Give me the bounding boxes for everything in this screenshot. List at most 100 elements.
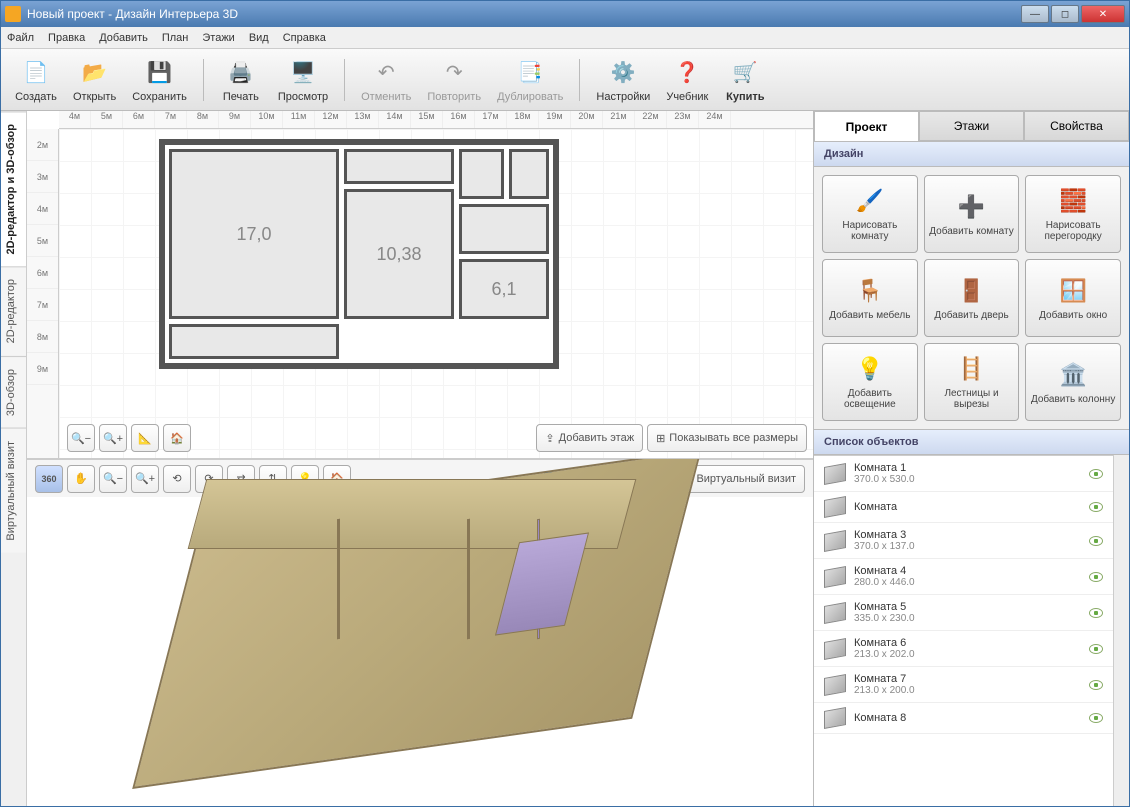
bottom-btn-3[interactable]: 🔍+ — [131, 465, 159, 493]
object-row-2[interactable]: Комната 3370.0 x 137.0 — [814, 523, 1113, 559]
minimize-button[interactable]: — — [1021, 5, 1049, 23]
room-small-3[interactable] — [509, 149, 549, 199]
visibility-icon[interactable] — [1089, 608, 1103, 618]
toolbar-open[interactable]: 📂Открыть — [69, 55, 120, 105]
toolbar-dup: 📑Дублировать — [493, 55, 567, 105]
cube-icon — [824, 566, 846, 588]
toolbar-view[interactable]: 🖥️Просмотр — [274, 55, 332, 105]
menu-Добавить[interactable]: Добавить — [99, 32, 148, 44]
room-2[interactable]: 10,38 — [344, 189, 454, 319]
room-small-1[interactable] — [344, 149, 454, 184]
room-small-4[interactable] — [459, 204, 549, 254]
object-row-4[interactable]: Комната 5335.0 x 230.0 — [814, 595, 1113, 631]
maximize-button[interactable]: ◻ — [1051, 5, 1079, 23]
add-room-icon: ➕ — [956, 192, 986, 222]
canvas-btn-0[interactable]: 🔍− — [67, 424, 95, 452]
cube-icon — [824, 463, 846, 485]
toolbar-save[interactable]: 💾Сохранить — [128, 55, 191, 105]
room-1[interactable]: 17,0 — [169, 149, 339, 319]
object-row-1[interactable]: Комната — [814, 492, 1113, 523]
room-small-2[interactable] — [459, 149, 504, 199]
object-row-6[interactable]: Комната 7213.0 x 200.0 — [814, 667, 1113, 703]
canvas-action-1[interactable]: ⊞Показывать все размеры — [647, 424, 807, 452]
menu-Вид[interactable]: Вид — [249, 32, 269, 44]
add-door-icon: 🚪 — [956, 276, 986, 306]
visibility-icon[interactable] — [1089, 536, 1103, 546]
visibility-icon[interactable] — [1089, 572, 1103, 582]
pane-3d[interactable]: 360✋🔍−🔍+⟲⟳⇄⇅💡🏠 Прозрачные стены 📹 Виртуа… — [27, 459, 813, 806]
canvas-action-0[interactable]: ⇪Добавить этаж — [536, 424, 643, 452]
visibility-icon[interactable] — [1089, 713, 1103, 723]
sidetab-1[interactable]: 2D-редактор — [1, 266, 26, 355]
draw-room-icon: 🖌️ — [855, 186, 885, 216]
window-title: Новый проект - Дизайн Интерьера 3D — [27, 7, 1021, 21]
cube-icon — [824, 530, 846, 552]
object-list[interactable]: Комната 1370.0 x 530.0КомнатаКомната 337… — [814, 455, 1113, 806]
sidetab-2[interactable]: 3D-обзор — [1, 356, 26, 428]
bottom-btn-0[interactable]: 360 — [35, 465, 63, 493]
floor-plan: 17,0 10,38 6,1 — [159, 139, 559, 369]
add-light-icon: 💡 — [855, 354, 885, 384]
canvas-2d[interactable]: 17,0 10,38 6,1 — [59, 129, 813, 458]
right-tab-1[interactable]: Этажи — [919, 111, 1024, 141]
menu-Файл[interactable]: Файл — [7, 32, 34, 44]
save-icon: 💾 — [144, 57, 176, 89]
canvas-btn-1[interactable]: 🔍+ — [99, 424, 127, 452]
room-small-5[interactable] — [169, 324, 339, 359]
toolbar-create[interactable]: 📄Создать — [11, 55, 61, 105]
create-icon: 📄 — [20, 57, 52, 89]
visibility-icon[interactable] — [1089, 680, 1103, 690]
close-button[interactable]: ✕ — [1081, 5, 1125, 23]
tool-add-furniture[interactable]: 🪑Добавить мебель — [822, 259, 918, 337]
visibility-icon[interactable] — [1089, 644, 1103, 654]
canvas-btn-2[interactable]: 📐 — [131, 424, 159, 452]
menu-Справка[interactable]: Справка — [283, 32, 326, 44]
design-header: Дизайн — [814, 141, 1129, 167]
stairs-icon: 🪜 — [956, 354, 986, 384]
canvas-btn-3[interactable]: 🏠 — [163, 424, 191, 452]
menu-Правка[interactable]: Правка — [48, 32, 85, 44]
draw-partition-icon: 🧱 — [1058, 186, 1088, 216]
object-row-0[interactable]: Комната 1370.0 x 530.0 — [814, 456, 1113, 492]
sidetab-3[interactable]: Виртуальный визит — [1, 428, 26, 553]
object-row-7[interactable]: Комната 8 — [814, 703, 1113, 734]
redo-icon: ↷ — [438, 57, 470, 89]
toolbar-settings[interactable]: ⚙️Настройки — [592, 55, 654, 105]
menu-Этажи[interactable]: Этажи — [202, 32, 234, 44]
object-row-3[interactable]: Комната 4280.0 x 446.0 — [814, 559, 1113, 595]
bottom-btn-1[interactable]: ✋ — [67, 465, 95, 493]
toolbar-buy[interactable]: 🛒Купить — [720, 55, 770, 105]
bottom-btn-2[interactable]: 🔍− — [99, 465, 127, 493]
right-tab-2[interactable]: Свойства — [1024, 111, 1129, 141]
add-window-icon: 🪟 — [1058, 276, 1088, 306]
pane-2d[interactable]: 4м5м6м7м8м9м10м11м12м13м14м15м16м17м18м1… — [27, 111, 813, 459]
scrollbar[interactable] — [1113, 455, 1129, 806]
room-3[interactable]: 6,1 — [459, 259, 549, 319]
undo-icon: ↶ — [370, 57, 402, 89]
tool-add-light[interactable]: 💡Добавить освещение — [822, 343, 918, 421]
visibility-icon[interactable] — [1089, 502, 1103, 512]
ruler-vertical: 2м3м4м5м6м7м8м9м — [27, 129, 59, 458]
tool-draw-room[interactable]: 🖌️Нарисовать комнату — [822, 175, 918, 253]
cube-icon — [824, 707, 846, 729]
menu-План[interactable]: План — [162, 32, 189, 44]
tool-add-room[interactable]: ➕Добавить комнату — [924, 175, 1020, 253]
toolbar-print[interactable]: 🖨️Печать — [216, 55, 266, 105]
main-toolbar: 📄Создать📂Открыть💾Сохранить 🖨️Печать🖥️Прос… — [1, 49, 1129, 111]
tool-add-window[interactable]: 🪟Добавить окно — [1025, 259, 1121, 337]
tool-stairs[interactable]: 🪜Лестницы и вырезы — [924, 343, 1020, 421]
iso-view[interactable] — [167, 489, 667, 749]
cube-icon — [824, 602, 846, 624]
objects-header: Список объектов — [814, 429, 1129, 455]
object-row-5[interactable]: Комната 6213.0 x 202.0 — [814, 631, 1113, 667]
sidetab-0[interactable]: 2D-редактор и 3D-обзор — [1, 111, 26, 266]
tool-add-door[interactable]: 🚪Добавить дверь — [924, 259, 1020, 337]
tool-add-column[interactable]: 🏛️Добавить колонну — [1025, 343, 1121, 421]
right-panel: ПроектЭтажиСвойства Дизайн 🖌️Нарисовать … — [813, 111, 1129, 806]
right-tab-0[interactable]: Проект — [814, 111, 919, 141]
visibility-icon[interactable] — [1089, 469, 1103, 479]
canvas-toolbar-left: 🔍−🔍+📐🏠 — [67, 424, 191, 452]
view-tabs: 2D-редактор и 3D-обзор2D-редактор3D-обзо… — [1, 111, 27, 806]
toolbar-help[interactable]: ❓Учебник — [662, 55, 712, 105]
tool-draw-partition[interactable]: 🧱Нарисовать перегородку — [1025, 175, 1121, 253]
